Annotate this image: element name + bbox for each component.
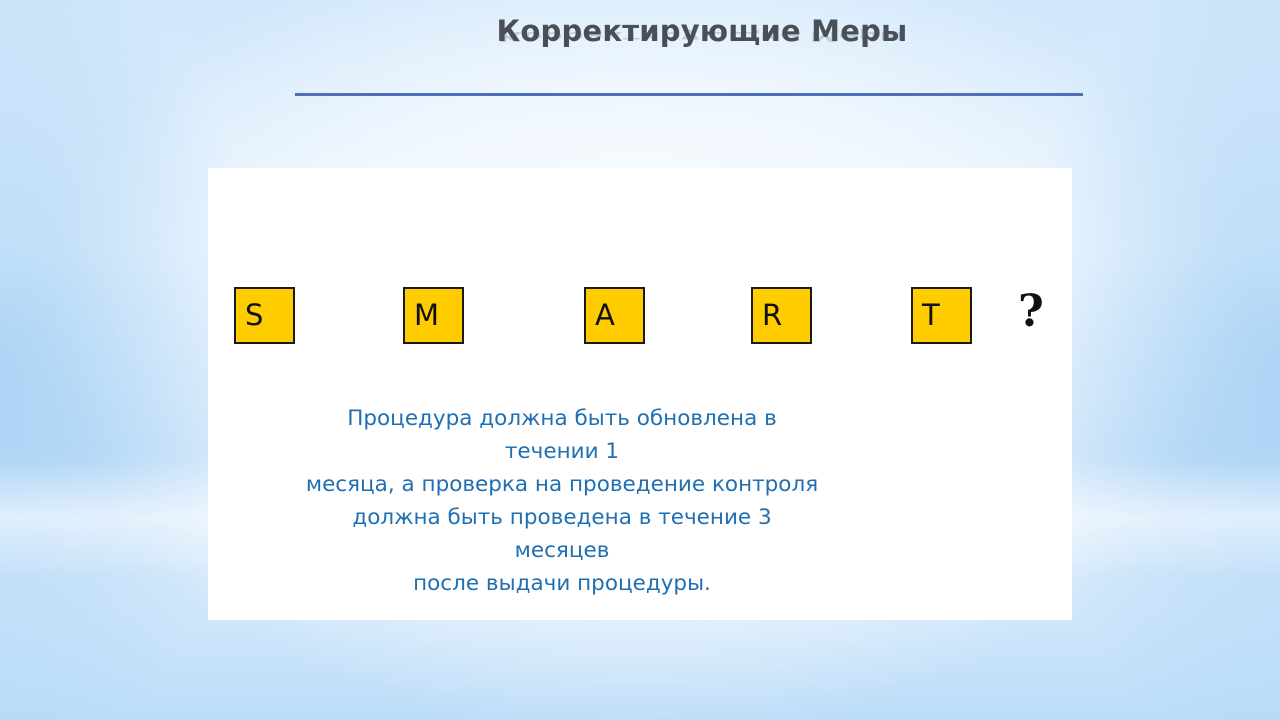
slide-title: Корректирующие Меры — [496, 14, 908, 48]
smart-box-t: T — [911, 287, 972, 344]
title-divider — [295, 93, 1083, 96]
question-mark: ? — [1018, 286, 1044, 337]
smart-letter-r: R — [762, 298, 783, 332]
smart-letter-t: T — [922, 298, 940, 332]
body-line-4: после выдачи процедуры. — [413, 571, 711, 596]
smart-box-a: A — [584, 287, 645, 344]
body-text: Процедура должна быть обновлена в течени… — [302, 402, 822, 600]
body-line-1: Процедура должна быть обновлена в течени… — [347, 406, 777, 464]
smart-letter-s: S — [245, 298, 264, 332]
body-line-2: месяца, а проверка на проведение контрол… — [305, 472, 819, 497]
body-line-3: должна быть проведена в течение 3 месяце… — [352, 505, 772, 563]
smart-letter-m: M — [414, 298, 440, 332]
smart-box-s: S — [234, 287, 295, 344]
smart-box-r: R — [751, 287, 812, 344]
content-panel: S M A R T ? Процедура должна быть обновл… — [208, 168, 1072, 620]
smart-letter-a: A — [595, 298, 615, 332]
smart-box-m: M — [403, 287, 464, 344]
